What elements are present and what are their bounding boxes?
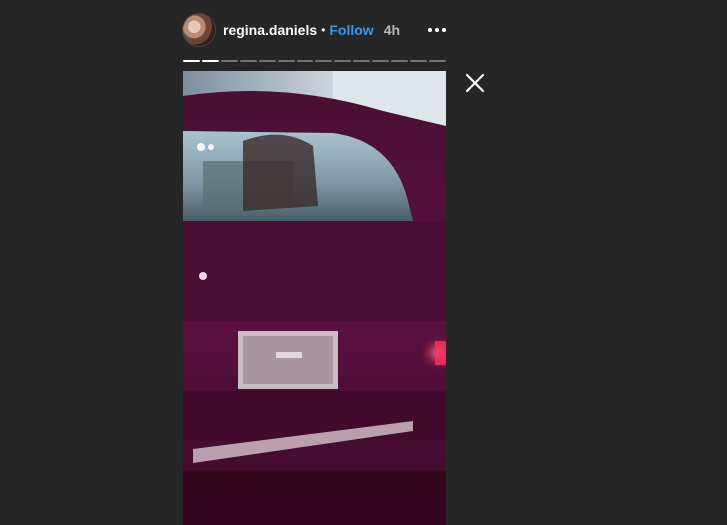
follow-button[interactable]: Follow (329, 22, 373, 38)
progress-segment (391, 60, 409, 62)
progress-segment (372, 60, 390, 62)
story-header: regina.daniels • Follow 4h (183, 13, 446, 47)
story-timestamp: 4h (383, 22, 401, 38)
progress-segment (201, 60, 219, 62)
progress-segment (334, 60, 352, 62)
story-photo-illustration (183, 71, 446, 525)
progress-segment (239, 60, 257, 62)
separator-dot: • (321, 23, 326, 37)
profile-avatar[interactable] (183, 14, 215, 46)
username-link[interactable]: regina.daniels (223, 22, 317, 38)
story-media-photo[interactable] (183, 71, 446, 525)
progress-segment (296, 60, 314, 62)
progress-segment (258, 60, 276, 62)
progress-segment (315, 60, 333, 62)
progress-segment (428, 60, 446, 62)
more-horizontal-icon[interactable] (422, 24, 446, 36)
progress-segment (410, 60, 427, 62)
story-viewer: regina.daniels • Follow 4h (0, 0, 727, 525)
progress-segment (277, 60, 295, 62)
close-icon[interactable] (464, 72, 486, 94)
progress-segment (220, 60, 238, 62)
story-progress-bar (183, 60, 446, 63)
progress-segment (183, 60, 200, 62)
progress-segment (353, 60, 371, 62)
